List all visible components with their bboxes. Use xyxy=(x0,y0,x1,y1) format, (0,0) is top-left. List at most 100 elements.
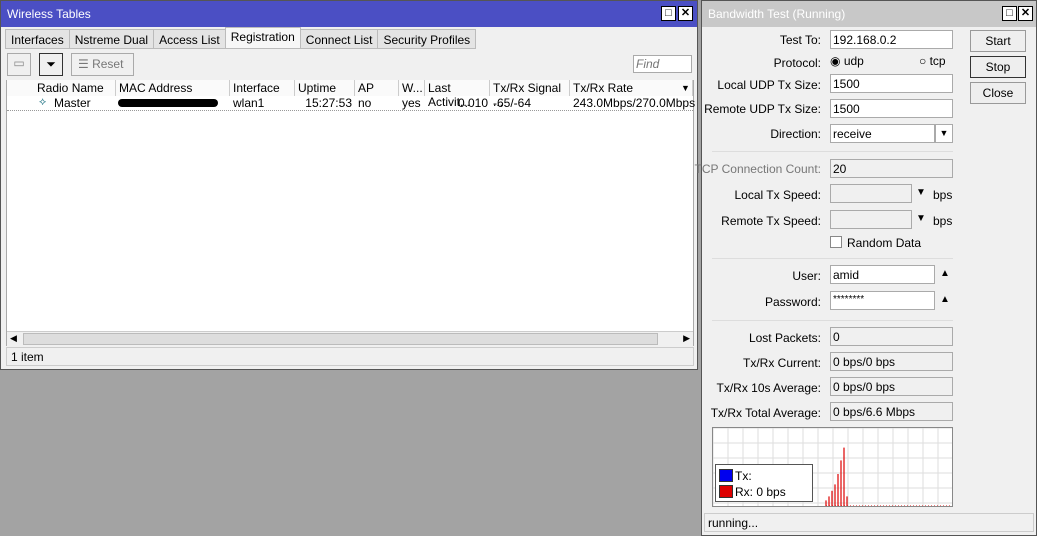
tcp-radio[interactable]: ○ tcp xyxy=(919,54,946,68)
random-data-checkbox[interactable] xyxy=(830,236,842,248)
remote-udp-label: Remote UDP Tx Size: xyxy=(704,102,821,116)
udp-label: udp xyxy=(843,54,864,68)
tx-swatch xyxy=(719,469,733,482)
legend-rx: Rx: 0 bps xyxy=(735,485,786,499)
remote-speed-input[interactable] xyxy=(830,210,912,229)
column-header[interactable]: MAC Address xyxy=(116,80,230,96)
graph-legend: Tx: Rx: 0 bps xyxy=(715,464,813,502)
cell-interface: wlan1 xyxy=(233,96,265,110)
tab-interfaces[interactable]: Interfaces xyxy=(5,29,70,49)
local-speed-dropdown-icon[interactable]: ▼ xyxy=(916,187,926,198)
avg10-value: 0 bps/0 bps xyxy=(830,377,953,396)
test-to-label: Test To: xyxy=(779,33,821,47)
scroll-left-icon[interactable]: ◀ xyxy=(10,333,17,344)
column-header[interactable]: Last Activit... xyxy=(425,80,490,109)
password-collapse-icon[interactable]: ▲ xyxy=(940,294,950,305)
tcp-label: tcp xyxy=(929,54,946,68)
total-value: 0 bps/6.6 Mbps xyxy=(830,402,953,421)
tab-nstreme-dual[interactable]: Nstreme Dual xyxy=(68,29,155,49)
total-label: Tx/Rx Total Average: xyxy=(710,406,821,420)
rx-swatch xyxy=(719,485,733,498)
password-label: Password: xyxy=(764,295,821,309)
maximize-button[interactable]: □ xyxy=(661,6,676,21)
tcp-count-input[interactable]: 20 xyxy=(830,159,953,178)
column-header[interactable]: AP xyxy=(355,80,399,96)
local-speed-input[interactable] xyxy=(830,184,912,203)
stop-button[interactable]: Stop xyxy=(970,56,1026,78)
radio-icon: ⟡ xyxy=(39,96,47,108)
column-header[interactable]: W... xyxy=(399,80,425,96)
remote-speed-unit: bps xyxy=(933,214,953,228)
filter-button[interactable]: ⏷ xyxy=(39,53,63,76)
tab-security-profiles[interactable]: Security Profiles xyxy=(377,29,477,49)
start-button[interactable]: Start xyxy=(970,30,1026,52)
remove-button[interactable]: ▭ xyxy=(7,53,31,76)
column-header[interactable]: Radio Name xyxy=(34,80,116,96)
cell-signal: -65/-64 xyxy=(493,96,532,110)
protocol-label: Protocol: xyxy=(773,56,821,70)
reset-button[interactable]: ☰ Reset xyxy=(71,53,134,76)
column-header[interactable]: Tx/Rx Rate xyxy=(570,80,693,96)
user-collapse-icon[interactable]: ▲ xyxy=(940,268,950,279)
direction-label: Direction: xyxy=(770,127,821,141)
tab-access-list[interactable]: Access List xyxy=(153,29,226,49)
test-to-input[interactable]: 192.168.0.2 xyxy=(830,30,953,49)
random-data-label: Random Data xyxy=(847,236,922,250)
scroll-right-icon[interactable]: ▶ xyxy=(683,333,690,344)
local-udp-input[interactable]: 1500 xyxy=(830,74,953,93)
status-bar: running... xyxy=(704,513,1034,532)
close-button[interactable]: ✕ xyxy=(678,6,693,21)
reset-icon: ☰ xyxy=(78,57,93,71)
avg10-label: Tx/Rx 10s Average: xyxy=(716,381,822,395)
lost-packets-value: 0 xyxy=(830,327,953,346)
tab-registration[interactable]: Registration xyxy=(224,27,301,49)
local-udp-label: Local UDP Tx Size: xyxy=(717,78,821,92)
column-header[interactable]: Tx/Rx Signal ... xyxy=(490,80,570,109)
remote-udp-input[interactable]: 1500 xyxy=(830,99,953,118)
divider xyxy=(712,320,953,321)
column-header-blank[interactable] xyxy=(7,80,37,96)
table xyxy=(6,80,694,346)
window-title: Bandwidth Test (Running) xyxy=(708,7,846,21)
tab-bar: Interfaces Nstreme Dual Access List Registr… xyxy=(5,27,477,49)
cell-rate: 243.0Mbps/270.0Mbps xyxy=(573,96,696,110)
udp-radio[interactable]: ◉ udp xyxy=(830,54,864,68)
title-bar[interactable]: Bandwidth Test (Running) □ ✕ xyxy=(702,1,1036,27)
cell-wds: yes xyxy=(402,96,421,110)
title-bar[interactable]: Wireless Tables □ ✕ xyxy=(1,1,697,27)
cell-uptime: 15:27:53 xyxy=(305,96,352,110)
window-title: Wireless Tables xyxy=(7,7,91,21)
scroll-thumb[interactable] xyxy=(23,333,658,345)
wireless-tables-window: Wireless Tables □ ✕ Interfaces Nstreme Du… xyxy=(0,0,698,370)
direction-select[interactable]: receive xyxy=(830,124,935,143)
legend-tx: Tx: xyxy=(735,469,752,483)
columns-dropdown-icon[interactable]: ▼ xyxy=(681,83,690,93)
current-label: Tx/Rx Current: xyxy=(742,356,821,370)
local-speed-unit: bps xyxy=(933,188,953,202)
status-text: running... xyxy=(708,516,759,530)
bandwidth-test-window: Bandwidth Test (Running) □ ✕ Test To: 19… xyxy=(694,0,1037,536)
close-dialog-button[interactable]: Close xyxy=(970,82,1026,104)
cell-last-activity: 0.010 xyxy=(457,96,488,110)
cell-ap: no xyxy=(358,96,372,110)
user-input[interactable]: amid xyxy=(830,265,935,284)
filter-icon: ⏷ xyxy=(46,57,56,71)
cell-mac-redacted xyxy=(118,99,218,107)
divider xyxy=(712,151,953,152)
remote-speed-dropdown-icon[interactable]: ▼ xyxy=(916,213,926,224)
close-button[interactable]: ✕ xyxy=(1018,6,1033,21)
lost-packets-label: Lost Packets: xyxy=(748,331,821,345)
find-input[interactable] xyxy=(633,55,692,73)
column-header[interactable]: Uptime xyxy=(295,80,355,96)
horizontal-scrollbar[interactable]: ◀ ▶ xyxy=(7,331,693,346)
tab-connect-list[interactable]: Connect List xyxy=(299,29,379,49)
current-value: 0 bps/0 bps xyxy=(830,352,953,371)
column-header[interactable]: Interface xyxy=(230,80,295,96)
remote-speed-label: Remote Tx Speed: xyxy=(721,214,821,228)
user-label: User: xyxy=(792,269,821,283)
maximize-button[interactable]: □ xyxy=(1002,6,1017,21)
status-bar: 1 item xyxy=(6,347,694,366)
password-input[interactable]: ******** xyxy=(830,291,935,310)
direction-dropdown-icon[interactable]: ▼ xyxy=(935,124,953,143)
divider xyxy=(712,258,953,259)
